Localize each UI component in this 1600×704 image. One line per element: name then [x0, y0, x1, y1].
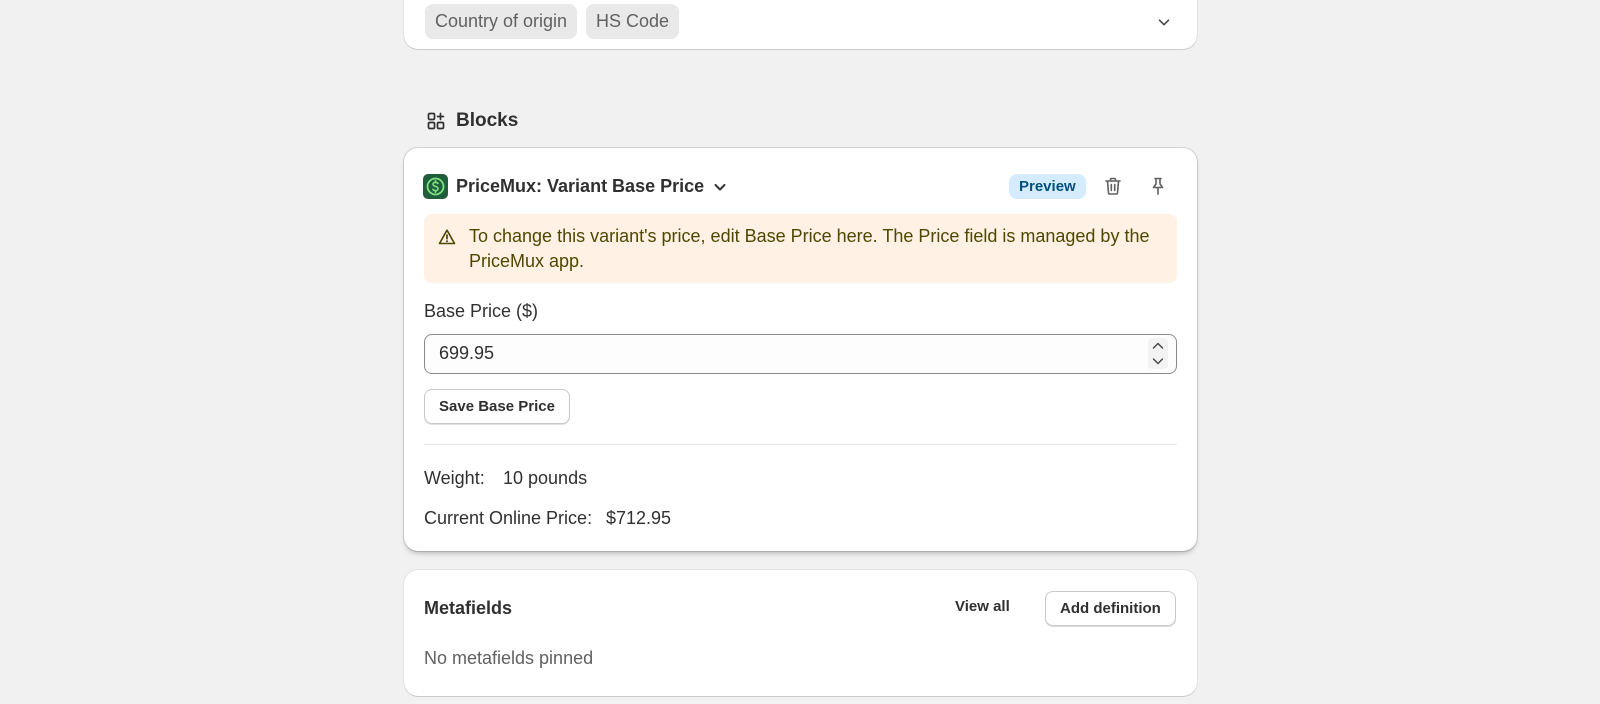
blocks-icon — [427, 112, 445, 130]
chevron-down-icon[interactable] — [1151, 355, 1165, 367]
pricemux-block-card: PriceMux: Variant Base Price Preview To … — [404, 148, 1197, 551]
shipping-card: Country of origin HS Code — [404, 0, 1197, 49]
block-title: PriceMux: Variant Base Price — [456, 176, 705, 196]
blocks-header: Blocks — [426, 108, 518, 134]
chevron-down-icon — [714, 183, 726, 190]
pin-icon[interactable] — [1147, 175, 1169, 197]
trash-icon[interactable] — [1102, 175, 1124, 197]
base-price-input[interactable] — [425, 335, 1125, 372]
online-price-value: $712.95 — [606, 508, 672, 528]
country-of-origin-chip[interactable]: Country of origin — [425, 4, 578, 39]
warning-banner: To change this variant's price, edit Bas… — [424, 214, 1177, 283]
save-base-price-button[interactable]: Save Base Price — [424, 389, 570, 424]
divider — [424, 444, 1177, 445]
weight-value: 10 pounds — [503, 468, 588, 488]
metafields-title: Metafields — [424, 598, 513, 618]
dollar-circle-icon — [423, 174, 448, 199]
block-title-dropdown[interactable]: PriceMux: Variant Base Price — [456, 174, 728, 199]
view-all-link[interactable]: View all — [955, 598, 1010, 615]
metafields-card: Metafields View all Add definition No me… — [404, 570, 1197, 696]
blocks-title: Blocks — [456, 110, 519, 131]
metafields-empty-text: No metafields pinned — [424, 648, 594, 668]
base-price-stepper[interactable] — [1148, 338, 1168, 369]
weight-label: Weight: — [424, 468, 485, 488]
warning-triangle-icon — [438, 229, 456, 245]
online-price-label: Current Online Price: — [424, 508, 593, 528]
chevron-down-icon[interactable] — [1155, 13, 1173, 31]
preview-badge: Preview — [1009, 174, 1086, 199]
base-price-field — [424, 334, 1177, 374]
add-definition-button[interactable]: Add definition — [1045, 591, 1176, 626]
hs-code-chip[interactable]: HS Code — [586, 4, 680, 39]
chevron-up-icon[interactable] — [1151, 340, 1165, 352]
base-price-label: Base Price ($) — [424, 301, 539, 321]
warning-banner-text: To change this variant's price, edit Bas… — [469, 226, 1150, 271]
